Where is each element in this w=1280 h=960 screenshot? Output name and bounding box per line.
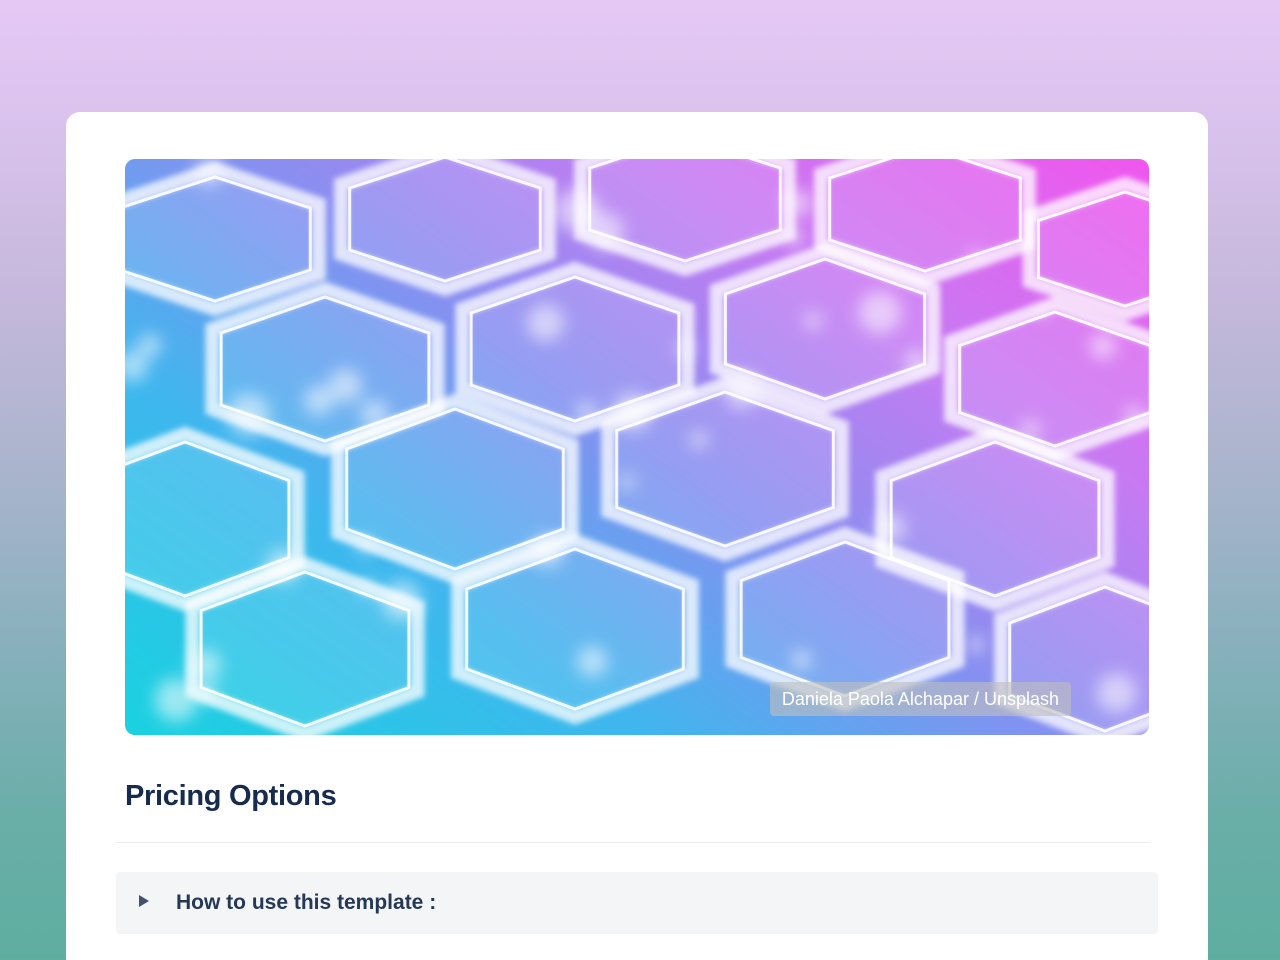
honeycomb-texture xyxy=(125,159,1149,735)
bokeh-dot xyxy=(783,227,804,247)
bokeh-dot xyxy=(619,474,635,490)
honeycomb-cell xyxy=(944,296,1149,462)
honeycomb-cell xyxy=(185,556,425,735)
bokeh-dot xyxy=(530,534,564,568)
bokeh-dot xyxy=(804,312,822,330)
honeycomb-cell xyxy=(125,161,326,317)
bokeh-dot xyxy=(875,512,906,543)
bokeh-dot xyxy=(360,400,389,429)
bokeh-dot xyxy=(359,578,376,596)
bokeh-dot xyxy=(266,549,301,584)
image-attribution: Daniela Paola Alchapar / Unsplash xyxy=(769,682,1071,716)
bokeh-dot xyxy=(1020,420,1041,440)
bokeh-dot xyxy=(154,678,198,722)
honeycomb-cell xyxy=(334,159,556,297)
bokeh-dot xyxy=(1090,333,1117,360)
honeycomb-cell xyxy=(451,533,699,725)
bokeh-dot xyxy=(1096,673,1137,713)
honeycomb-cell xyxy=(725,526,965,712)
bokeh-dot xyxy=(138,333,162,358)
bokeh-dot xyxy=(858,291,902,334)
bokeh-dot xyxy=(357,537,375,555)
cover-image: Daniela Paola Alchapar / Unsplash xyxy=(125,159,1149,735)
expand-title: How to use this template : xyxy=(176,891,437,914)
bokeh-dot xyxy=(690,430,708,449)
bokeh-dot xyxy=(1124,406,1144,426)
bokeh-dot xyxy=(904,350,929,374)
bokeh-dot xyxy=(1036,304,1050,318)
triangle-right-icon[interactable] xyxy=(139,895,149,907)
bokeh-dot xyxy=(527,304,565,342)
bokeh-dot xyxy=(576,401,597,423)
page-card: Daniela Paola Alchapar / Unsplash Pricin… xyxy=(66,112,1208,960)
bokeh-dot xyxy=(190,649,221,681)
bokeh-dot xyxy=(227,393,270,437)
bokeh-dot xyxy=(328,368,363,403)
page-title: Pricing Options xyxy=(125,780,337,812)
bokeh-dot xyxy=(791,650,811,670)
bokeh-dot xyxy=(382,580,422,621)
bokeh-dot xyxy=(784,189,813,218)
bokeh-dot xyxy=(968,249,983,263)
bokeh-dot xyxy=(586,212,624,250)
bokeh-dot xyxy=(967,636,984,653)
title-divider xyxy=(116,842,1150,843)
bokeh-dot xyxy=(676,340,694,358)
bokeh-dot xyxy=(576,646,608,677)
expand-how-to-use[interactable]: How to use this template : xyxy=(116,872,1158,934)
bokeh-dot xyxy=(196,682,217,703)
bokeh-dot xyxy=(724,372,761,409)
bokeh-dot xyxy=(613,392,653,432)
